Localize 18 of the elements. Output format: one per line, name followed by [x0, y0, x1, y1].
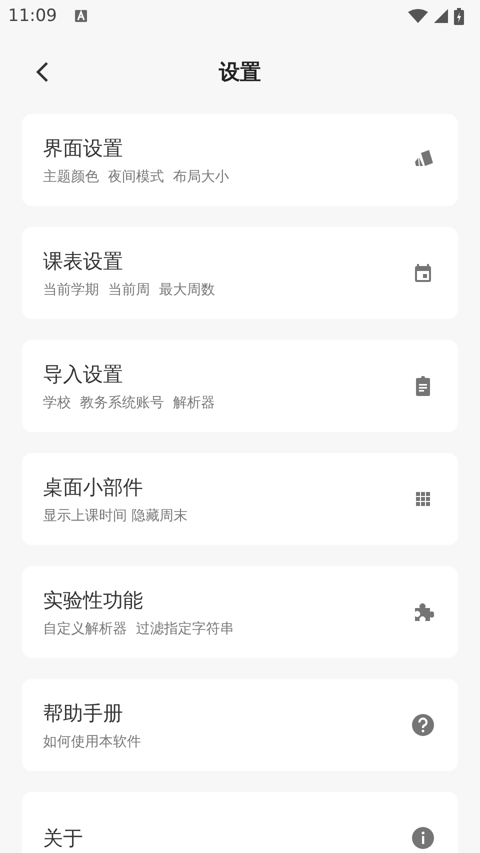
puzzle-icon	[412, 601, 434, 623]
calendar-icon	[412, 262, 434, 284]
settings-item[interactable]: 界面设置 主题颜色 夜间模式 布局大小	[22, 114, 458, 206]
notification-icon	[75, 10, 87, 22]
back-button[interactable]	[35, 61, 49, 83]
signal-icon	[434, 9, 448, 23]
page-title: 设置	[219, 59, 261, 86]
settings-item[interactable]: 导入设置 学校 教务系统账号 解析器	[22, 340, 458, 432]
wifi-icon	[408, 9, 428, 23]
settings-item[interactable]: 帮助手册 如何使用本软件	[22, 679, 458, 771]
settings-item[interactable]: 关于	[22, 792, 458, 853]
help-icon	[412, 714, 434, 736]
settings-item[interactable]: 课表设置 当前学期 当前周 最大周数	[22, 227, 458, 319]
status-time: 11:09	[8, 6, 57, 26]
settings-item[interactable]: 实验性功能 自定义解析器 过滤指定字符串	[22, 566, 458, 658]
info-icon	[412, 827, 434, 849]
settings-item[interactable]: 桌面小部件 显示上课时间 隐藏周末	[22, 453, 458, 545]
battery-icon	[454, 8, 464, 24]
